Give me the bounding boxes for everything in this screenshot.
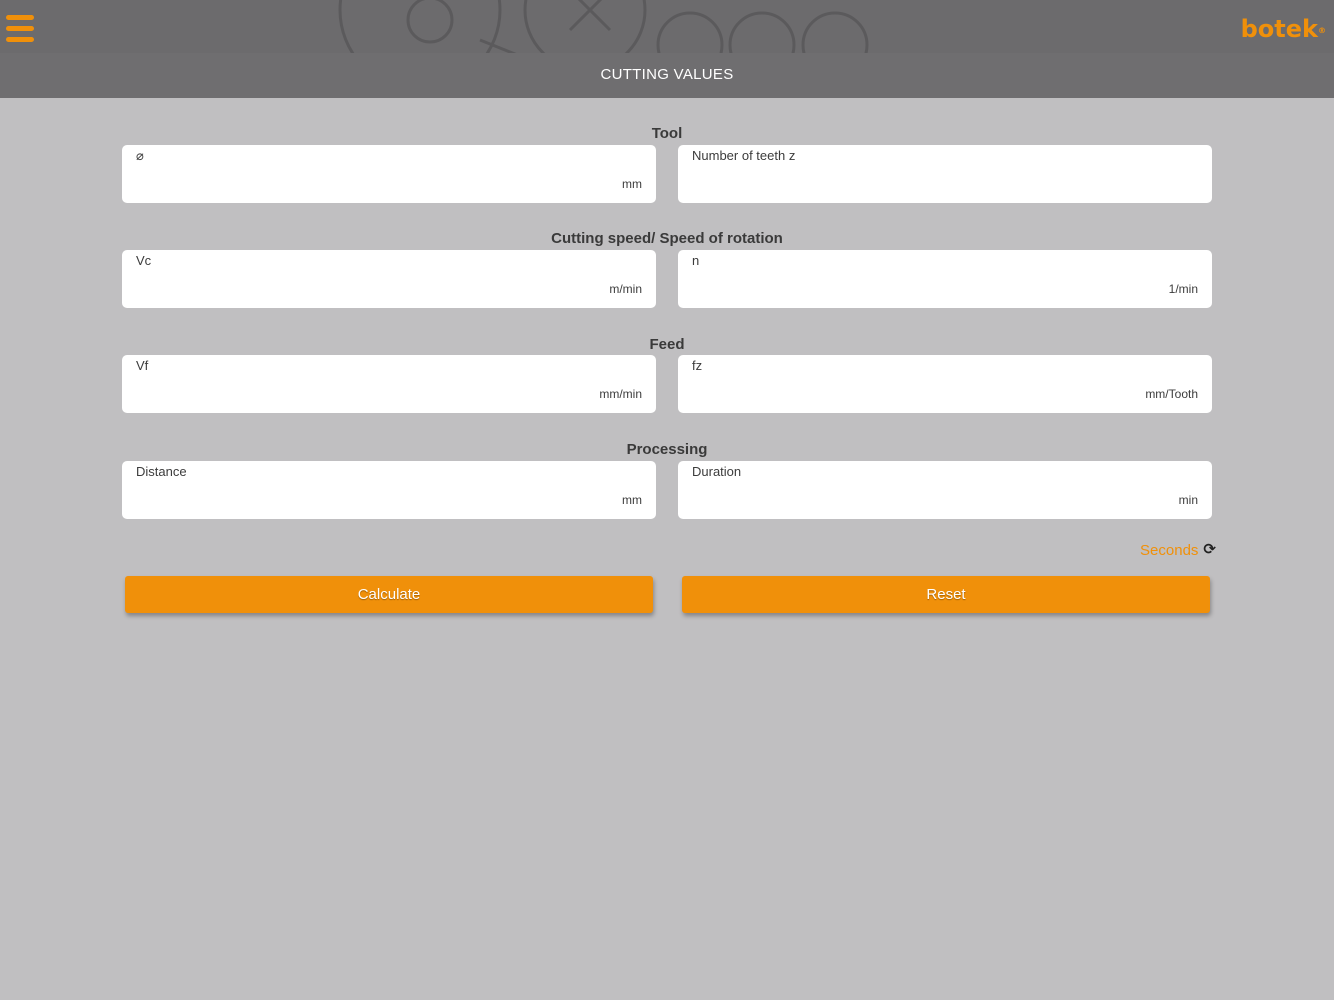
section-title-speed: Cutting speed/ Speed of rotation bbox=[551, 230, 783, 247]
feed-per-tooth-field[interactable]: fz mm/Tooth bbox=[678, 355, 1212, 413]
feed-rate-unit: mm/min bbox=[599, 387, 642, 401]
seconds-toggle-label: Seconds bbox=[1140, 541, 1199, 559]
distance-label: Distance bbox=[136, 464, 187, 479]
diameter-field[interactable]: ⌀ mm bbox=[122, 145, 656, 203]
section-title-processing: Processing bbox=[626, 441, 708, 458]
page-title: CUTTING VALUES bbox=[0, 53, 1334, 98]
section-title-feed: Feed bbox=[649, 336, 685, 353]
cutting-speed-unit: m/min bbox=[609, 282, 642, 296]
rotation-speed-field[interactable]: n 1/min bbox=[678, 250, 1212, 308]
rotation-speed-label: n bbox=[692, 253, 700, 268]
seconds-toggle[interactable]: Seconds ⟳ bbox=[1140, 541, 1216, 559]
top-bar: botek® bbox=[0, 0, 1334, 53]
diameter-input[interactable] bbox=[136, 167, 556, 191]
botek-logo: botek® bbox=[1240, 15, 1326, 43]
duration-label: Duration bbox=[692, 464, 742, 479]
calculate-button[interactable]: Calculate bbox=[125, 576, 653, 613]
teeth-count-input[interactable] bbox=[692, 167, 1112, 191]
distance-field[interactable]: Distance mm bbox=[122, 461, 656, 519]
hamburger-menu-icon[interactable] bbox=[6, 15, 35, 45]
cutting-speed-field[interactable]: Vc m/min bbox=[122, 250, 656, 308]
feed-rate-input[interactable] bbox=[136, 377, 556, 401]
diameter-label: ⌀ bbox=[136, 148, 144, 163]
refresh-icon: ⟳ bbox=[1203, 541, 1216, 558]
duration-input[interactable] bbox=[692, 483, 1112, 507]
section-title-tool: Tool bbox=[651, 125, 683, 142]
header-background-graphic bbox=[338, 0, 869, 53]
reset-button[interactable]: Reset bbox=[682, 576, 1210, 613]
rotation-speed-input[interactable] bbox=[692, 272, 1112, 296]
duration-field[interactable]: Duration min bbox=[678, 461, 1212, 519]
feed-per-tooth-label: fz bbox=[692, 358, 703, 373]
duration-unit: min bbox=[1178, 493, 1198, 507]
cutting-speed-label: Vc bbox=[136, 253, 152, 268]
rotation-speed-unit: 1/min bbox=[1168, 282, 1198, 296]
distance-input[interactable] bbox=[136, 483, 556, 507]
feed-per-tooth-input[interactable] bbox=[692, 377, 1112, 401]
cutting-speed-input[interactable] bbox=[136, 272, 556, 296]
distance-unit: mm bbox=[622, 493, 642, 507]
diameter-unit: mm bbox=[622, 177, 642, 191]
feed-rate-field[interactable]: Vf mm/min bbox=[122, 355, 656, 413]
feed-per-tooth-unit: mm/Tooth bbox=[1145, 387, 1198, 401]
teeth-count-field[interactable]: Number of teeth z bbox=[678, 145, 1212, 203]
teeth-count-label: Number of teeth z bbox=[692, 148, 796, 163]
feed-rate-label: Vf bbox=[136, 358, 149, 373]
